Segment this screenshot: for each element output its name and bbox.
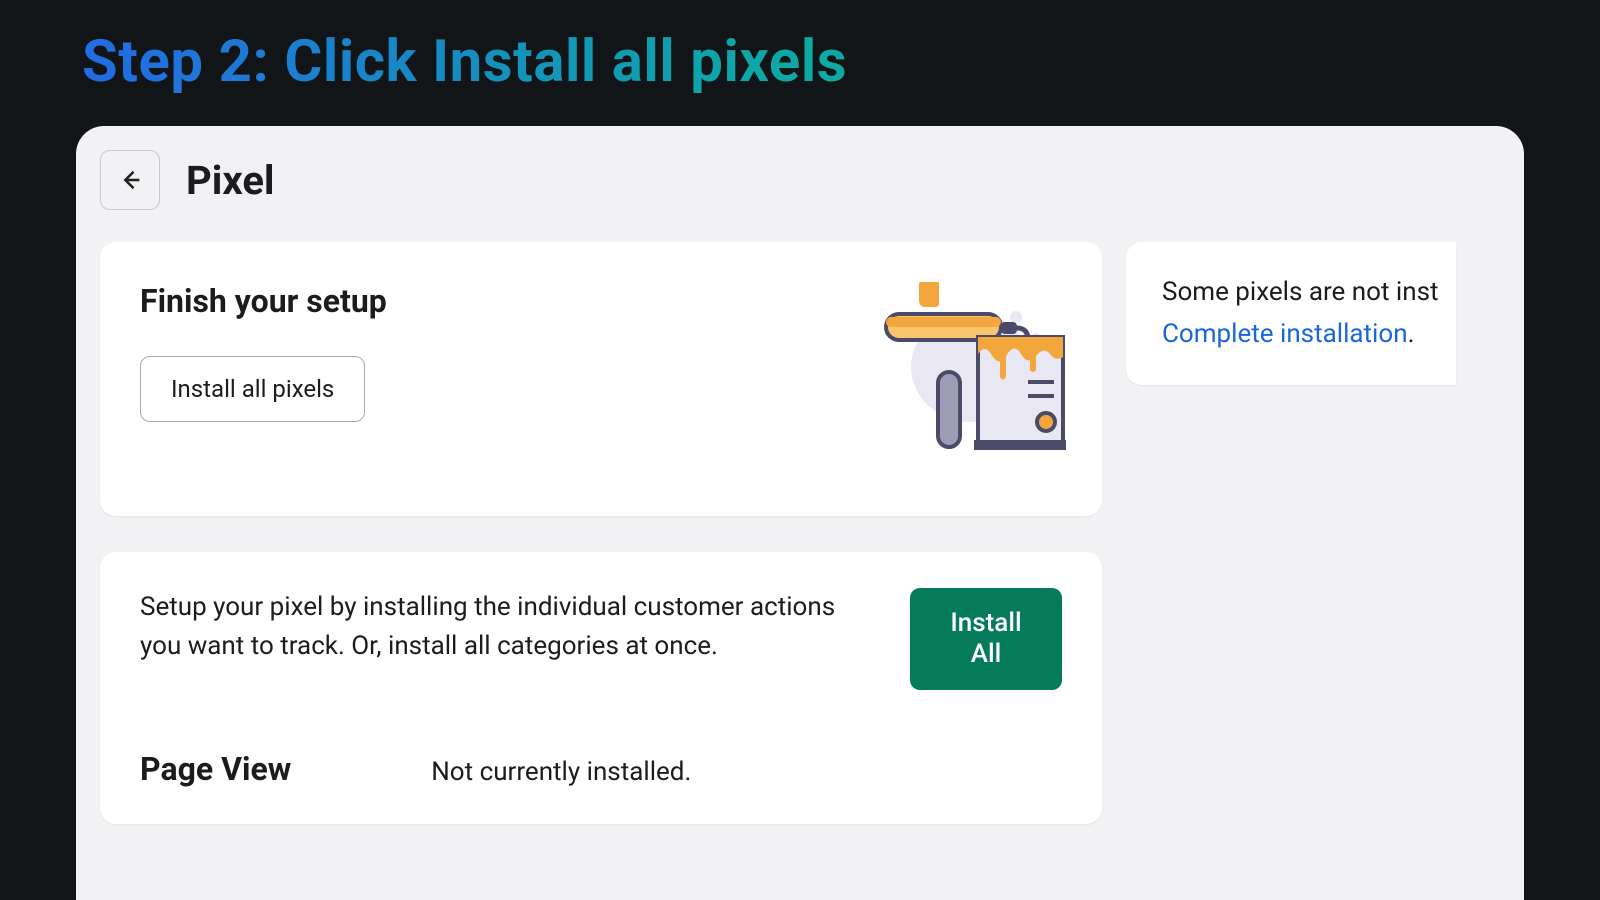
- setup-card: Finish your setup Install all pixels: [100, 242, 1102, 516]
- install-all-button[interactable]: Install All: [910, 588, 1062, 690]
- paint-illustration: [866, 282, 1066, 472]
- main-column: Finish your setup Install all pixels: [100, 242, 1102, 824]
- complete-installation-link[interactable]: Complete installation: [1162, 319, 1408, 349]
- settings-panel: Pixel Finish your setup Install all pixe…: [76, 126, 1524, 900]
- notice-text: Some pixels are not inst Complete instal…: [1162, 272, 1456, 355]
- panel-header: Pixel: [100, 150, 1500, 210]
- back-button[interactable]: [100, 150, 160, 210]
- actions-description: Setup your pixel by installing the indiv…: [140, 588, 880, 666]
- notice-message: Some pixels are not inst: [1162, 277, 1439, 307]
- setup-title: Finish your setup: [140, 282, 866, 320]
- notice-period: .: [1408, 319, 1415, 349]
- pixel-name: Page View: [140, 750, 291, 788]
- setup-left: Finish your setup Install all pixels: [140, 282, 866, 422]
- actions-card: Setup your pixel by installing the indiv…: [100, 552, 1102, 824]
- side-column: Some pixels are not inst Complete instal…: [1126, 242, 1456, 824]
- arrow-left-icon: [116, 166, 144, 194]
- table-row: Page View Not currently installed.: [140, 750, 1062, 788]
- notice-card: Some pixels are not inst Complete instal…: [1126, 242, 1456, 385]
- actions-top-row: Setup your pixel by installing the indiv…: [140, 588, 1062, 690]
- install-all-pixels-button[interactable]: Install all pixels: [140, 356, 365, 422]
- content-row: Finish your setup Install all pixels: [100, 242, 1500, 824]
- pixel-status: Not currently installed.: [431, 757, 691, 787]
- page-title: Pixel: [186, 157, 275, 204]
- step-heading: Step 2: Click Install all pixels: [0, 0, 1600, 96]
